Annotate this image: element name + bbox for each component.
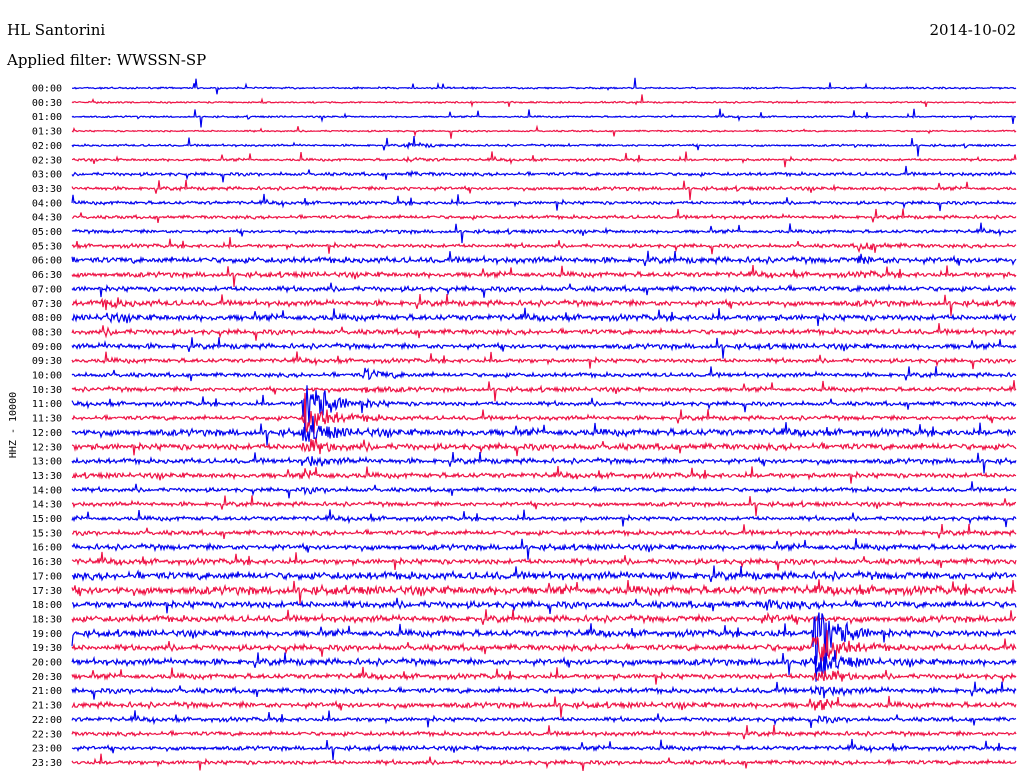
trace-row bbox=[71, 495, 1017, 517]
trace-row bbox=[71, 108, 1016, 128]
trace-row bbox=[71, 323, 1017, 341]
time-tick-labels: 00:00 00:30 01:00 01:30 02:00 02:30 03:00 03:30… bbox=[32, 84, 62, 769]
row-time-label: 20:00 bbox=[32, 658, 62, 669]
trace-row bbox=[71, 337, 1017, 359]
row-time-label: 17:30 bbox=[32, 586, 62, 597]
trace-row bbox=[71, 609, 1017, 626]
trace-row bbox=[71, 538, 1017, 560]
trace-row bbox=[71, 481, 1017, 499]
row-time-label: 15:30 bbox=[32, 528, 62, 539]
row-time-label: 23:30 bbox=[32, 758, 62, 769]
trace-row bbox=[71, 551, 1017, 571]
row-time-label: 13:00 bbox=[32, 457, 62, 468]
row-time-label: 01:30 bbox=[32, 127, 62, 138]
row-time-label: 08:00 bbox=[32, 313, 62, 324]
row-time-label: 13:30 bbox=[32, 471, 62, 482]
row-time-label: 14:00 bbox=[32, 485, 62, 496]
trace-row bbox=[71, 94, 1017, 108]
trace-row bbox=[71, 465, 1017, 484]
row-time-label: 21:00 bbox=[32, 686, 62, 697]
row-time-label: 18:30 bbox=[32, 614, 62, 625]
row-time-label: 10:30 bbox=[32, 385, 62, 396]
row-time-label: 06:00 bbox=[32, 256, 62, 267]
y-axis-label: HHZ - 10000 bbox=[8, 392, 19, 458]
seismogram-plot: 00:00 00:30 01:00 01:30 02:00 02:30 03:00 03:30… bbox=[8, 77, 1017, 771]
row-time-label: 04:00 bbox=[32, 198, 62, 209]
row-time-label: 08:30 bbox=[32, 327, 62, 338]
row-time-label: 23:00 bbox=[32, 744, 62, 755]
seismogram-traces bbox=[71, 77, 1017, 771]
trace-row bbox=[71, 579, 1017, 605]
trace-row bbox=[71, 724, 1017, 740]
trace-row bbox=[71, 666, 1017, 685]
row-time-label: 01:00 bbox=[32, 112, 62, 123]
trace-row bbox=[71, 250, 1017, 267]
row-time-label: 18:00 bbox=[32, 600, 62, 611]
row-time-label: 03:00 bbox=[32, 170, 62, 181]
trace-row bbox=[71, 282, 1017, 298]
trace-row bbox=[71, 710, 1017, 728]
trace-row bbox=[71, 351, 1017, 370]
row-time-label: 19:00 bbox=[32, 629, 62, 640]
trace-row bbox=[71, 509, 1017, 528]
trace-row bbox=[71, 695, 1017, 718]
row-time-label: 20:30 bbox=[32, 672, 62, 683]
row-time-label: 15:00 bbox=[32, 514, 62, 525]
trace-row bbox=[71, 565, 1017, 583]
trace-row bbox=[71, 523, 1017, 540]
trace-row bbox=[71, 193, 1017, 212]
row-time-label: 16:00 bbox=[32, 543, 62, 554]
row-time-label: 17:00 bbox=[32, 571, 62, 582]
trace-row bbox=[71, 681, 1017, 700]
trace-row bbox=[71, 366, 1017, 382]
row-time-label: 02:30 bbox=[32, 155, 62, 166]
row-time-label: 21:30 bbox=[32, 701, 62, 712]
row-time-label: 22:30 bbox=[32, 729, 62, 740]
row-time-label: 11:00 bbox=[32, 399, 62, 410]
row-time-label: 14:30 bbox=[32, 500, 62, 511]
row-time-label: 04:30 bbox=[32, 213, 62, 224]
row-time-label: 00:00 bbox=[32, 84, 62, 95]
row-time-label: 16:30 bbox=[32, 557, 62, 568]
trace-row bbox=[71, 165, 1017, 183]
row-time-label: 03:30 bbox=[32, 184, 62, 195]
row-time-label: 22:00 bbox=[32, 715, 62, 726]
row-time-label: 06:30 bbox=[32, 270, 62, 281]
trace-row bbox=[71, 385, 1017, 438]
row-time-label: 02:00 bbox=[32, 141, 62, 152]
trace-row bbox=[71, 438, 1017, 457]
trace-row bbox=[71, 753, 1017, 771]
row-time-label: 07:00 bbox=[32, 284, 62, 295]
row-time-label: 09:30 bbox=[32, 356, 62, 367]
trace-row bbox=[71, 208, 1017, 224]
trace-row bbox=[71, 307, 1017, 327]
row-time-label: 00:30 bbox=[32, 98, 62, 109]
trace-row bbox=[71, 738, 1017, 761]
row-time-label: 05:00 bbox=[32, 227, 62, 238]
trace-row bbox=[71, 237, 1017, 255]
trace-row bbox=[71, 265, 1017, 287]
trace-row bbox=[72, 597, 1017, 614]
row-time-label: 19:30 bbox=[32, 643, 62, 654]
row-time-label: 09:00 bbox=[32, 342, 62, 353]
row-time-label: 12:00 bbox=[32, 428, 62, 439]
trace-row bbox=[71, 380, 1017, 402]
row-time-label: 10:00 bbox=[32, 371, 62, 382]
row-time-label: 12:30 bbox=[32, 442, 62, 453]
trace-row bbox=[71, 124, 1017, 139]
trace-row bbox=[71, 612, 1017, 667]
row-time-label: 11:30 bbox=[32, 414, 62, 425]
trace-row bbox=[71, 179, 1017, 201]
trace-row bbox=[71, 222, 1017, 244]
row-time-label: 05:30 bbox=[32, 241, 62, 252]
trace-row bbox=[71, 77, 1017, 95]
trace-row bbox=[71, 415, 1017, 446]
trace-row bbox=[71, 452, 1017, 474]
trace-row bbox=[71, 151, 1017, 168]
row-time-label: 07:30 bbox=[32, 299, 62, 310]
trace-row bbox=[71, 294, 1017, 316]
trace-row bbox=[71, 136, 1017, 157]
